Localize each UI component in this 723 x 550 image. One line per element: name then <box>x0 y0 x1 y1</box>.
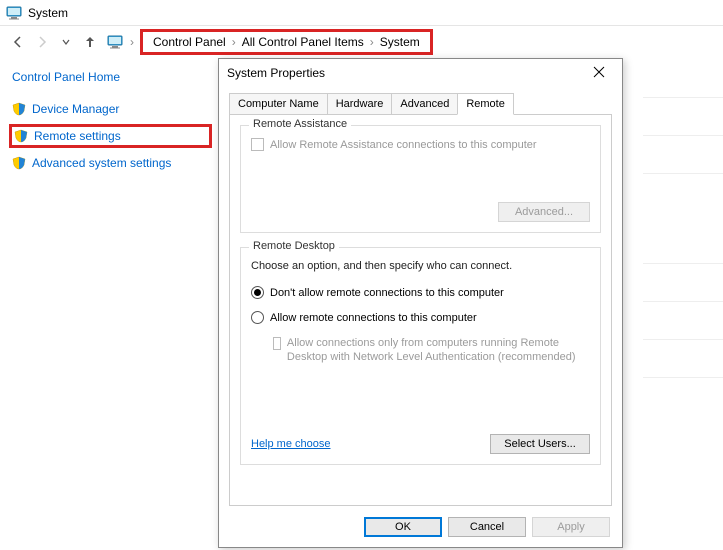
window-titlebar: System <box>0 0 723 26</box>
shield-icon <box>14 129 28 143</box>
chevron-right-icon[interactable]: › <box>128 35 136 49</box>
sidebar-item-label: Remote settings <box>34 129 121 143</box>
location-icon <box>106 34 124 50</box>
forward-button <box>30 30 54 54</box>
checkbox-label: Allow connections only from computers ru… <box>287 336 590 365</box>
sidebar-item-device-manager[interactable]: Device Manager <box>12 102 212 116</box>
shield-icon <box>12 102 26 116</box>
chevron-right-icon[interactable]: › <box>230 35 238 49</box>
system-icon <box>6 5 22 21</box>
radio-dont-allow[interactable]: Don't allow remote connections to this c… <box>251 286 590 299</box>
window-title: System <box>28 6 68 20</box>
dialog-titlebar[interactable]: System Properties <box>219 59 622 87</box>
checkbox-icon <box>273 337 281 350</box>
back-button[interactable] <box>6 30 30 54</box>
close-icon <box>593 66 605 78</box>
remote-assistance-group: Remote Assistance Allow Remote Assistanc… <box>240 125 601 233</box>
sidebar-item-label: Device Manager <box>32 102 119 116</box>
remote-desktop-description: Choose an option, and then specify who c… <box>251 260 590 272</box>
shield-icon <box>12 156 26 170</box>
breadcrumb: Control Panel › All Control Panel Items … <box>140 29 433 55</box>
group-legend: Remote Assistance <box>249 118 351 130</box>
background-content-rows <box>643 60 723 378</box>
allow-remote-assistance-checkbox: Allow Remote Assistance connections to t… <box>251 138 590 151</box>
chevron-right-icon[interactable]: › <box>368 35 376 49</box>
breadcrumb-system[interactable]: System <box>376 35 424 49</box>
tab-page-remote: Remote Assistance Allow Remote Assistanc… <box>229 114 612 506</box>
dialog-title: System Properties <box>227 66 584 80</box>
sidebar-item-remote-settings[interactable]: Remote settings <box>9 124 212 148</box>
tab-computer-name[interactable]: Computer Name <box>229 93 328 115</box>
recent-dropdown[interactable] <box>54 30 78 54</box>
help-me-choose-link[interactable]: Help me choose <box>251 438 331 450</box>
control-panel-home-link[interactable]: Control Panel Home <box>12 70 212 84</box>
radio-allow[interactable]: Allow remote connections to this compute… <box>251 311 590 324</box>
select-users-button[interactable]: Select Users... <box>490 434 590 454</box>
radio-icon <box>251 286 264 299</box>
cancel-button[interactable]: Cancel <box>448 517 526 537</box>
radio-label: Don't allow remote connections to this c… <box>270 287 504 299</box>
tab-hardware[interactable]: Hardware <box>327 93 393 115</box>
dialog-button-row: OK Cancel Apply <box>364 517 610 537</box>
up-button[interactable] <box>78 30 102 54</box>
remote-desktop-group: Remote Desktop Choose an option, and the… <box>240 247 601 465</box>
tab-strip: Computer Name Hardware Advanced Remote <box>219 87 622 115</box>
apply-button: Apply <box>532 517 610 537</box>
radio-icon <box>251 311 264 324</box>
radio-label: Allow remote connections to this compute… <box>270 312 477 324</box>
sidebar-item-advanced-system[interactable]: Advanced system settings <box>12 156 212 170</box>
group-legend: Remote Desktop <box>249 240 339 252</box>
tab-advanced[interactable]: Advanced <box>391 93 458 115</box>
remote-assistance-advanced-button: Advanced... <box>498 202 590 222</box>
ok-button[interactable]: OK <box>364 517 442 537</box>
system-properties-dialog: System Properties Computer Name Hardware… <box>218 58 623 548</box>
checkbox-icon <box>251 138 264 151</box>
left-nav-panel: Control Panel Home Device Manager Remote… <box>12 70 212 178</box>
checkbox-label: Allow Remote Assistance connections to t… <box>270 139 537 151</box>
sidebar-item-label: Advanced system settings <box>32 156 171 170</box>
breadcrumb-control-panel[interactable]: Control Panel <box>149 35 230 49</box>
navigation-bar: › Control Panel › All Control Panel Item… <box>0 26 723 58</box>
nla-checkbox: Allow connections only from computers ru… <box>273 336 590 365</box>
tab-remote[interactable]: Remote <box>457 93 514 115</box>
close-button[interactable] <box>584 66 614 81</box>
breadcrumb-all-items[interactable]: All Control Panel Items <box>238 35 368 49</box>
